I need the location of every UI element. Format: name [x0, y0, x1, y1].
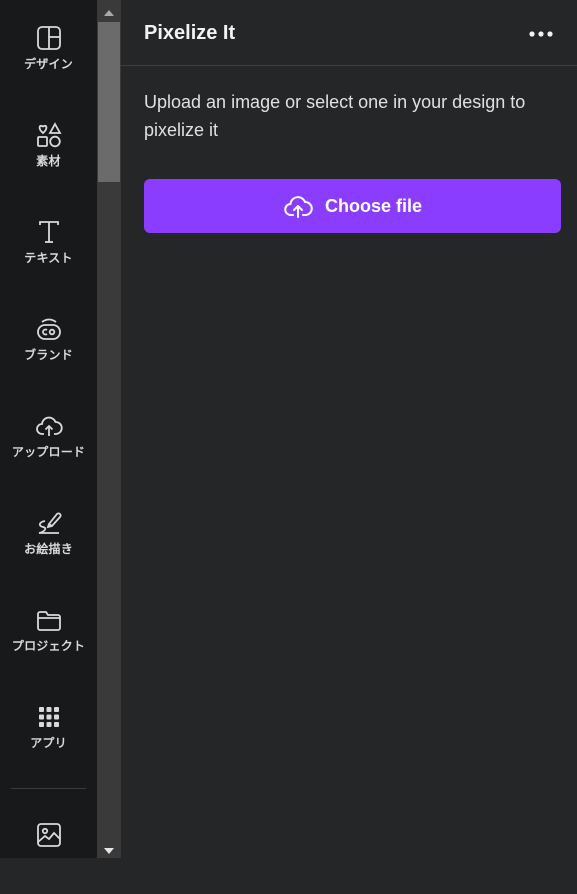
sidebar-item-label: デザイン [24, 57, 73, 71]
sidebar-divider [11, 788, 86, 789]
scroll-up-icon[interactable] [97, 3, 121, 21]
draw-icon [38, 512, 61, 534]
scrollbar-thumb[interactable] [98, 22, 120, 182]
sidebar-item-label: ブランド [24, 348, 73, 362]
sidebar-item-label: 素材 [36, 154, 61, 168]
elements-icon [36, 122, 62, 148]
more-horizontal-icon [529, 31, 553, 37]
layout-icon [36, 26, 61, 50]
sidebar-item-apps[interactable]: アプリ [0, 679, 97, 776]
panel-header: Pixelize It [121, 0, 577, 66]
sidebar-item-design[interactable]: デザイン [0, 0, 97, 97]
upload-cloud-icon [35, 416, 63, 436]
folder-icon [36, 611, 61, 631]
sidebar-item-photos[interactable] [0, 797, 97, 894]
choose-file-label: Choose file [324, 195, 422, 216]
sidebar-item-upload[interactable]: アップロード [0, 388, 97, 485]
sidebar-item-label: アップロード [11, 445, 86, 459]
sidebar-item-label: プロジェクト [11, 639, 86, 653]
panel-description: Upload an image or select one in your de… [144, 92, 526, 140]
image-icon [36, 823, 61, 847]
choose-file-button[interactable]: Choose file [144, 179, 561, 233]
more-options-button[interactable] [527, 20, 555, 48]
sidebar-item-elements[interactable]: 素材 [0, 97, 97, 194]
panel-title: Pixelize It [144, 22, 236, 44]
cloud-upload-icon [284, 196, 313, 218]
scroll-down-icon[interactable] [97, 842, 121, 860]
left-sidebar: デザイン 素材 テキスト ブランド アップロード お絵描き プロジェクト アプリ [0, 0, 97, 858]
sidebar-item-label: アプリ [30, 736, 67, 750]
sidebar-scrollbar[interactable] [97, 0, 121, 858]
sidebar-item-projects[interactable]: プロジェクト [0, 582, 97, 679]
app-panel: Pixelize It Upload an image or select on… [121, 0, 577, 858]
sidebar-item-draw[interactable]: お絵描き [0, 485, 97, 582]
brand-icon [36, 318, 61, 340]
apps-grid-icon [38, 707, 59, 727]
text-icon [38, 221, 59, 243]
sidebar-item-label: お絵描き [24, 542, 73, 556]
sidebar-item-brand[interactable]: ブランド [0, 291, 97, 388]
sidebar-item-label: テキスト [24, 251, 73, 265]
sidebar-item-text[interactable]: テキスト [0, 194, 97, 291]
